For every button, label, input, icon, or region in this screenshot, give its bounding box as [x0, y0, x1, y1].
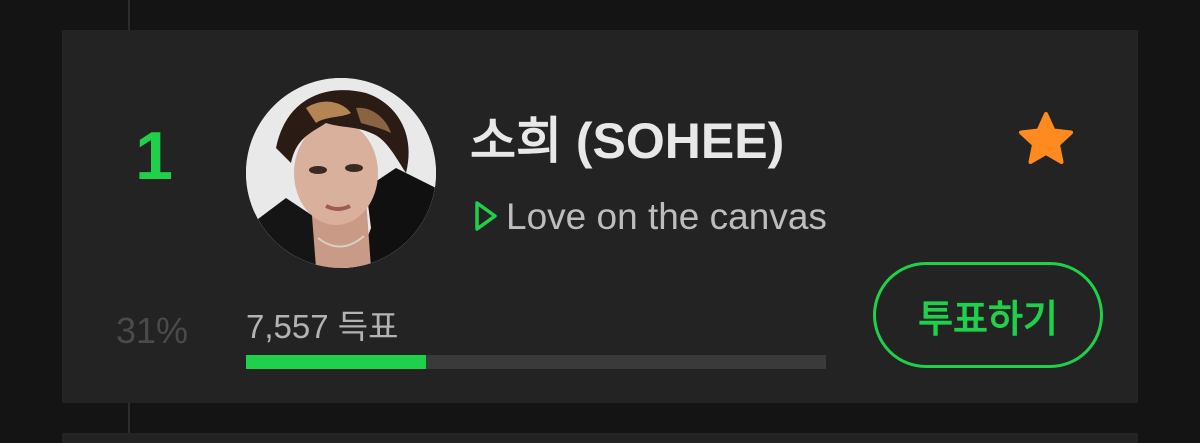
- vote-progress-bar: [246, 355, 826, 369]
- artist-photo: [246, 78, 436, 268]
- next-ranking-card: [62, 433, 1138, 443]
- rank-number: 1: [135, 118, 173, 194]
- star-icon[interactable]: [1014, 108, 1078, 172]
- song-link[interactable]: Love on the canvas: [472, 196, 827, 236]
- vote-progress-fill: [246, 355, 426, 369]
- song-title: Love on the canvas: [506, 195, 827, 237]
- vote-count: 7,557 득표: [246, 308, 399, 345]
- vote-button[interactable]: 투표하기: [873, 262, 1103, 368]
- artist-name: 소희 (SOHEE): [470, 113, 785, 169]
- avatar[interactable]: [246, 78, 436, 268]
- play-outline-icon: [475, 201, 497, 231]
- ranking-card: 1 소희 (SOHEE) Love on the canvas 31% 7,55…: [62, 30, 1138, 403]
- page: 1 소희 (SOHEE) Love on the canvas 31% 7,55…: [0, 0, 1200, 443]
- vote-percent: 31%: [116, 310, 189, 351]
